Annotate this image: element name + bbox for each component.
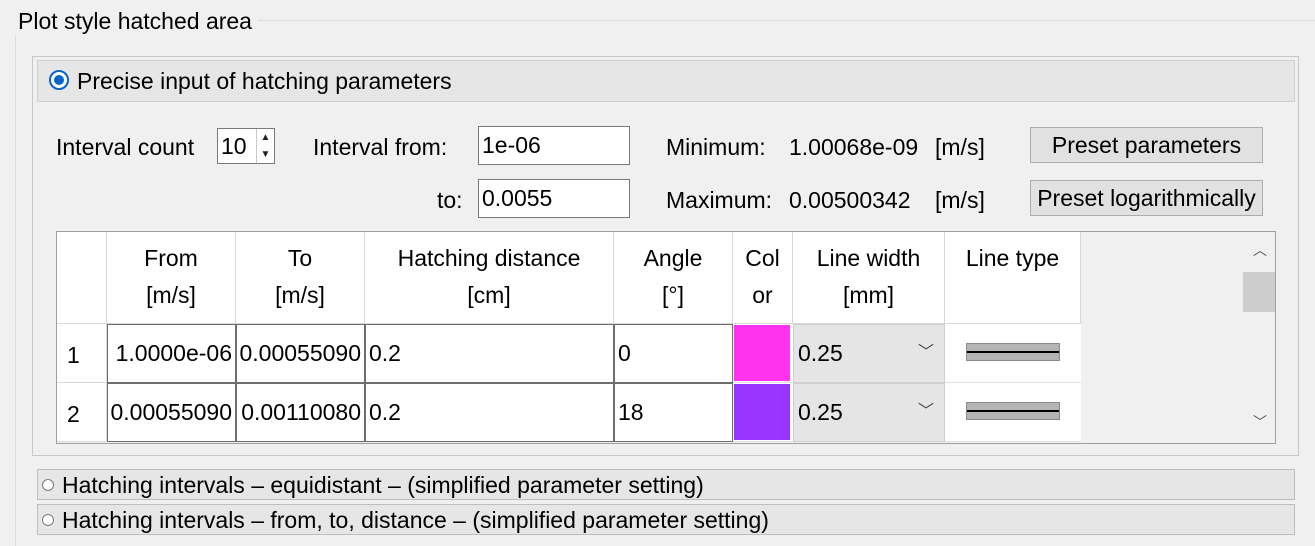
grid-corner: [57, 232, 107, 324]
color-swatch[interactable]: [734, 325, 790, 381]
header-hatching-distance[interactable]: Hatching distance [cm]: [365, 232, 614, 324]
header-to[interactable]: To [m/s]: [236, 232, 365, 324]
group-title: Plot style hatched area: [12, 6, 258, 36]
line-width-combo[interactable]: 0.25 ﹀: [793, 324, 945, 383]
color-cell[interactable]: [733, 383, 793, 442]
scrollbar-thumb[interactable]: [1243, 272, 1275, 312]
cell-hatching-distance[interactable]: 0.2: [365, 383, 614, 442]
spin-down-icon[interactable]: ▼: [257, 146, 274, 163]
line-type-cell[interactable]: [945, 383, 1081, 442]
line-width-value: 0.25: [798, 399, 843, 425]
maximum-value: 0.00500342: [789, 187, 911, 213]
chevron-down-icon[interactable]: ﹀: [918, 384, 934, 440]
minimum-unit: [m/s]: [935, 134, 985, 160]
line-type-solid-icon: [966, 343, 1060, 361]
cell-from[interactable]: 1.0000e-06: [107, 324, 236, 383]
header-color[interactable]: Col or: [733, 232, 793, 324]
cell-from[interactable]: 0.00055090: [107, 383, 236, 442]
maximum-unit: [m/s]: [935, 187, 985, 213]
from-to-distance-radio[interactable]: [42, 514, 54, 526]
scroll-up-icon[interactable]: ︿: [1243, 240, 1275, 260]
chevron-down-icon[interactable]: ﹀: [918, 325, 934, 381]
row-number[interactable]: 2: [57, 383, 107, 442]
precise-input-header[interactable]: Precise input of hatching parameters: [37, 60, 1295, 102]
precise-input-radio[interactable]: [49, 70, 69, 90]
interval-to-input[interactable]: 0.0055: [478, 179, 630, 218]
from-to-distance-label: Hatching intervals – from, to, distance …: [62, 507, 769, 533]
cell-to[interactable]: 0.00110080: [236, 383, 365, 442]
hatching-grid[interactable]: From [m/s] To [m/s] Hatching distance [c…: [56, 231, 1276, 444]
maximum-label: Maximum:: [666, 187, 773, 213]
header-angle[interactable]: Angle [°]: [614, 232, 733, 324]
header-line-type[interactable]: Line type: [945, 232, 1081, 324]
spin-up-icon[interactable]: ▲: [257, 129, 274, 146]
interval-count-spinner[interactable]: 10 ▲ ▼: [217, 128, 275, 164]
line-width-combo[interactable]: 0.25 ﹀: [793, 383, 945, 442]
equidistant-label: Hatching intervals – equidistant – (simp…: [62, 472, 704, 498]
cell-hatching-distance[interactable]: 0.2: [365, 324, 614, 383]
header-line-width[interactable]: Line width [mm]: [793, 232, 945, 324]
header-from[interactable]: From [m/s]: [107, 232, 236, 324]
color-swatch[interactable]: [734, 384, 790, 440]
cell-angle[interactable]: 0: [614, 324, 733, 383]
scroll-down-icon[interactable]: ﹀: [1243, 412, 1275, 432]
grid-vertical-scrollbar[interactable]: ︿ ﹀: [1243, 232, 1275, 443]
minimum-value: 1.00068e-09: [789, 134, 919, 160]
precise-input-label: Precise input of hatching parameters: [77, 68, 452, 94]
interval-from-input[interactable]: 1e-06: [478, 126, 630, 165]
preset-parameters-button[interactable]: Preset parameters: [1030, 127, 1263, 163]
radio-selected-dot: [54, 75, 64, 85]
minimum-label: Minimum:: [666, 134, 766, 160]
line-type-solid-icon: [966, 402, 1060, 420]
interval-count-value: 10: [221, 133, 247, 159]
row-number[interactable]: 1: [57, 324, 107, 383]
line-type-cell[interactable]: [945, 324, 1081, 383]
color-cell[interactable]: [733, 324, 793, 383]
cell-angle[interactable]: 18: [614, 383, 733, 442]
line-width-value: 0.25: [798, 340, 843, 366]
cell-to[interactable]: 0.00055090: [236, 324, 365, 383]
equidistant-section-header[interactable]: Hatching intervals – equidistant – (simp…: [37, 469, 1295, 500]
equidistant-radio[interactable]: [42, 479, 54, 491]
interval-count-label: Interval count: [56, 134, 195, 160]
from-to-distance-section-header[interactable]: Hatching intervals – from, to, distance …: [37, 504, 1295, 535]
interval-from-label: Interval from:: [313, 134, 448, 160]
preset-logarithmically-button[interactable]: Preset logarithmically: [1030, 180, 1263, 216]
interval-to-label: to:: [437, 187, 463, 213]
